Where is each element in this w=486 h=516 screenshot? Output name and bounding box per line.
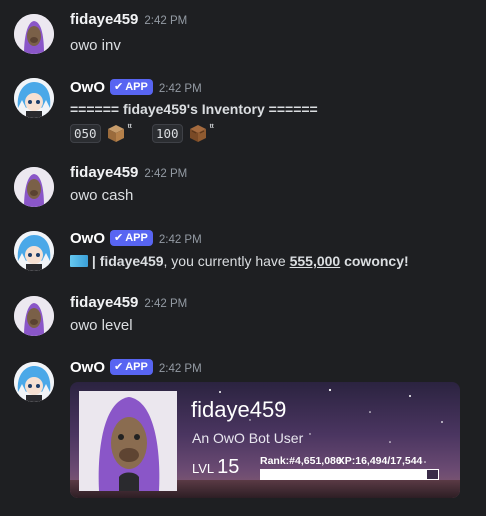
author-name[interactable]: fidaye459	[70, 164, 138, 181]
author-name[interactable]: fidaye459	[70, 11, 138, 28]
level-value: 15	[217, 456, 240, 478]
crate-icon	[189, 125, 206, 142]
profile-picture	[79, 391, 177, 491]
card-username: fidaye459	[191, 397, 287, 422]
rank-xp-text: Rank:#4,651,086XP:16,494/17,544	[260, 455, 422, 467]
cash-amount: 555,000	[289, 253, 341, 269]
bot-avatar[interactable]	[14, 231, 54, 271]
message-text: owo level	[70, 317, 133, 334]
xp-value: XP:16,494/17,544	[337, 455, 423, 467]
xp-progress-bar	[260, 469, 439, 480]
author-name[interactable]: OwO	[70, 79, 105, 96]
item-superscript: ᵗᵗ	[127, 122, 132, 132]
inventory-title: ====== fidaye459's Inventory ======	[70, 101, 318, 117]
check-icon: ✔	[114, 361, 124, 373]
check-icon: ✔	[114, 81, 124, 93]
app-badge: ✔ APP	[110, 359, 153, 375]
timestamp: 2:42 PM	[158, 363, 202, 375]
bot-avatar[interactable]	[14, 362, 54, 402]
author-name[interactable]: OwO	[70, 230, 105, 247]
bot-avatar[interactable]	[14, 78, 54, 118]
user-avatar[interactable]	[14, 296, 54, 336]
level-label: LVL	[192, 461, 215, 476]
timestamp: 2:42 PM	[144, 15, 188, 27]
item-count: 100	[152, 124, 183, 143]
inventory-items: 050 ᵗᵗ 100 ᵗᵗ	[70, 122, 214, 144]
message-text: owo cash	[70, 187, 134, 204]
user-avatar[interactable]	[14, 167, 54, 207]
timestamp: 2:42 PM	[144, 168, 188, 180]
level-display: LVL 15	[192, 456, 239, 479]
level-card[interactable]: fidaye459 An OwO Bot User LVL 15 Rank:#4,…	[70, 382, 460, 498]
message-text: owo inv	[70, 37, 121, 54]
item-count: 050	[70, 124, 101, 143]
box-icon	[107, 125, 124, 142]
app-badge: ✔ APP	[110, 230, 153, 246]
cash-username: fidaye459	[99, 253, 164, 269]
author-name[interactable]: OwO	[70, 359, 105, 376]
item-superscript: ᵗᵗ	[209, 122, 214, 132]
rank-value: Rank:#4,651,086	[260, 455, 342, 467]
timestamp: 2:42 PM	[158, 83, 202, 95]
user-avatar[interactable]	[14, 14, 54, 54]
author-name[interactable]: fidaye459	[70, 294, 138, 311]
cowoncy-icon	[70, 255, 88, 267]
check-icon: ✔	[114, 232, 124, 244]
cash-line: | fidaye459, you currently have 555,000 …	[70, 253, 409, 269]
card-subtitle: An OwO Bot User	[192, 430, 304, 446]
timestamp: 2:42 PM	[158, 234, 202, 246]
timestamp: 2:42 PM	[144, 298, 188, 310]
app-badge: ✔ APP	[110, 79, 153, 95]
xp-progress-fill	[261, 470, 428, 479]
